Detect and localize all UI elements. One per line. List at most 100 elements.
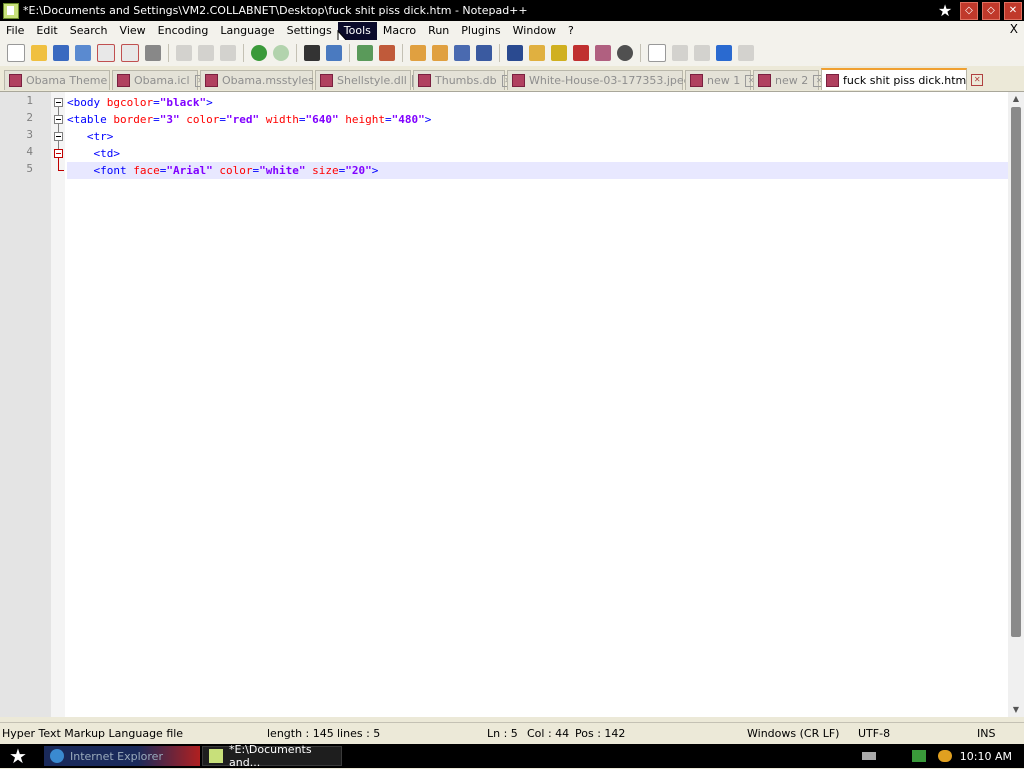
sync-horizontal-icon[interactable] xyxy=(432,45,448,61)
fold-end-marker xyxy=(58,170,64,171)
replace-icon[interactable] xyxy=(326,45,342,61)
tab-obama-msstyles[interactable]: Obama.msstyles ✕ xyxy=(200,70,331,90)
doc-map-icon[interactable] xyxy=(551,45,567,61)
code-token: "red" xyxy=(226,113,260,126)
menu-view[interactable]: View xyxy=(114,22,152,40)
menu-search[interactable]: Search xyxy=(64,22,114,40)
menu-encoding[interactable]: Encoding xyxy=(152,22,215,40)
record-macro-icon[interactable] xyxy=(648,44,666,62)
start-button[interactable]: ★ xyxy=(0,744,36,768)
menu-plugins[interactable]: Plugins xyxy=(455,22,506,40)
monitoring-icon[interactable] xyxy=(617,45,633,61)
close-tab-icon[interactable]: ✕ xyxy=(971,74,984,86)
eol-format[interactable]: Windows (CR LF) xyxy=(747,727,839,740)
close-document-button[interactable]: X xyxy=(1010,22,1018,36)
fold-toggle-icon[interactable] xyxy=(54,132,63,141)
file-icon xyxy=(320,74,333,87)
show-all-chars-icon[interactable] xyxy=(476,45,492,61)
tab-label: fuck shit piss dick.htm xyxy=(843,73,967,87)
paste-icon[interactable] xyxy=(220,45,236,61)
taskbar-item-ie[interactable]: Internet Explorer xyxy=(44,746,200,766)
file-icon xyxy=(826,73,839,87)
zoom-in-icon[interactable] xyxy=(357,45,373,61)
menu-edit[interactable]: Edit xyxy=(30,22,63,40)
tab-obama-icl[interactable]: Obama.icl ✕ xyxy=(112,70,207,90)
tab-label: new 1 xyxy=(707,74,741,87)
save-macro-icon[interactable] xyxy=(738,45,754,61)
encoding[interactable]: UTF-8 xyxy=(858,727,890,740)
code-token: bgcolor xyxy=(106,96,154,109)
open-file-icon[interactable] xyxy=(31,45,47,61)
menu-window[interactable]: Window xyxy=(507,22,562,40)
taskbar-item-label: Internet Explorer xyxy=(70,749,163,763)
code-line: <td> xyxy=(67,145,1008,162)
tab-label: new 2 xyxy=(775,74,809,87)
copy-icon[interactable] xyxy=(198,45,214,61)
code-token: size xyxy=(312,164,339,177)
line-number: 1 xyxy=(26,94,33,107)
close-button[interactable]: ✕ xyxy=(1004,2,1022,20)
network-icon[interactable] xyxy=(911,750,926,762)
vertical-scrollbar[interactable]: ▲ ▼ xyxy=(1008,92,1024,717)
taskbar: ★ Internet Explorer *E:\Documents and...… xyxy=(0,743,1024,769)
maximize-button[interactable]: ◇ xyxy=(982,2,1000,20)
zoom-out-icon[interactable] xyxy=(379,45,395,61)
tab-label: Obama.msstyles xyxy=(222,74,314,87)
close-file-icon[interactable] xyxy=(97,44,115,62)
run-macro-multiple-icon[interactable] xyxy=(716,45,732,61)
save-all-icon[interactable] xyxy=(75,45,91,61)
user-lang-icon[interactable] xyxy=(529,45,545,61)
scrollbar-thumb[interactable] xyxy=(1011,107,1021,637)
keyboard-icon[interactable] xyxy=(861,752,876,760)
code-token: "20" xyxy=(345,164,372,177)
stop-macro-icon[interactable] xyxy=(672,45,688,61)
folder-workspace-icon[interactable] xyxy=(595,45,611,61)
code-text[interactable]: <body bgcolor="black"> <table border="3"… xyxy=(67,92,1008,717)
tab-obama-theme[interactable]: Obama Theme ✕ xyxy=(4,70,125,90)
menu-settings[interactable]: Settings xyxy=(281,22,338,40)
scroll-up-icon[interactable]: ▲ xyxy=(1009,92,1023,106)
menu-macro[interactable]: Macro xyxy=(377,22,422,40)
scroll-down-icon[interactable]: ▼ xyxy=(1009,703,1023,717)
sync-vertical-icon[interactable] xyxy=(410,45,426,61)
tab-new-2[interactable]: new 2 ✕ xyxy=(753,70,826,90)
fold-toggle-icon[interactable] xyxy=(54,115,63,124)
menu-help[interactable]: ? xyxy=(562,22,580,40)
insert-mode[interactable]: INS xyxy=(977,727,995,740)
word-wrap-icon[interactable] xyxy=(454,45,470,61)
new-file-icon[interactable] xyxy=(7,44,25,62)
minimize-button[interactable]: ◇ xyxy=(960,2,978,20)
editor-area[interactable]: 1 2 3 4 5 <body bgcolor="black"> <table … xyxy=(0,92,1024,717)
tab-new-1[interactable]: new 1 ✕ xyxy=(685,70,758,90)
tab-thumbs-db[interactable]: Thumbs.db ✕ xyxy=(413,70,514,90)
fold-toggle-icon[interactable] xyxy=(54,98,63,107)
save-icon[interactable] xyxy=(53,45,69,61)
file-icon xyxy=(205,74,218,87)
window-title: *E:\Documents and Settings\VM2.COLLABNET… xyxy=(23,4,528,17)
find-icon[interactable] xyxy=(304,45,320,61)
undo-icon[interactable] xyxy=(251,45,267,61)
redo-icon[interactable] xyxy=(273,45,289,61)
code-token: border xyxy=(113,113,154,126)
taskbar-item-notepadpp[interactable]: *E:\Documents and... xyxy=(202,743,342,769)
play-macro-icon[interactable] xyxy=(694,45,710,61)
cut-icon[interactable] xyxy=(176,45,192,61)
menu-language[interactable]: Language xyxy=(214,22,280,40)
taskbar-item-label: *E:\Documents and... xyxy=(229,743,312,769)
code-token: <td> xyxy=(93,147,121,160)
toolbar-separator xyxy=(296,44,297,62)
close-all-icon[interactable] xyxy=(121,44,139,62)
function-list-icon[interactable] xyxy=(573,45,589,61)
print-icon[interactable] xyxy=(145,45,161,61)
menu-file[interactable]: File xyxy=(0,22,30,40)
tab-active-document[interactable]: fuck shit piss dick.htm ✕ xyxy=(821,68,984,90)
indent-guide-icon[interactable] xyxy=(507,45,523,61)
search-icon[interactable] xyxy=(937,750,952,762)
menu-run[interactable]: Run xyxy=(422,22,455,40)
tab-white-house-jpeg[interactable]: White-House-03-177353.jpeg ✕ xyxy=(507,70,708,90)
file-icon xyxy=(758,74,771,87)
code-token: "Arial" xyxy=(166,164,213,177)
fold-toggle-icon[interactable] xyxy=(54,149,63,158)
tab-shellstyle-dll[interactable]: Shellstyle.dll ✕ xyxy=(315,70,424,90)
